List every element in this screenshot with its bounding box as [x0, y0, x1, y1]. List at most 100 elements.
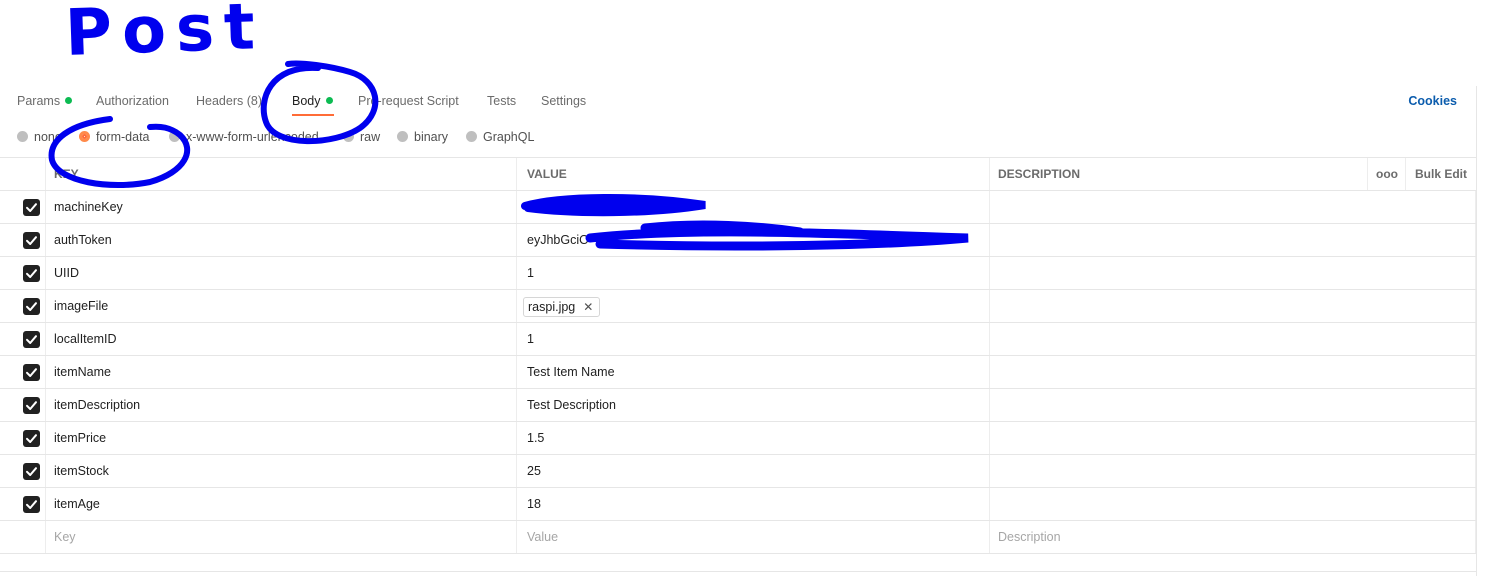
table-row: imageFile raspi.jpg ✕	[0, 290, 1476, 323]
row-value[interactable]: 18	[517, 488, 990, 520]
row-checkbox[interactable]	[23, 265, 40, 282]
file-chip: raspi.jpg ✕	[523, 296, 601, 317]
row-description[interactable]	[990, 422, 1476, 454]
row-checkbox[interactable]	[23, 397, 40, 414]
body-type-selector: none form-data x-www-form-urlencoded raw…	[0, 124, 1476, 150]
row-description[interactable]	[990, 224, 1476, 256]
more-options-button[interactable]: ooo	[1368, 158, 1406, 190]
form-data-table: KEY VALUE DESCRIPTION ooo Bulk Edit mach…	[0, 157, 1476, 554]
row-check-cell	[0, 455, 46, 487]
new-key-input[interactable]: Key	[46, 521, 517, 553]
table-row: itemDescription Test Description	[0, 389, 1476, 422]
row-checkbox[interactable]	[23, 496, 40, 513]
check-icon	[26, 236, 37, 245]
row-key[interactable]: itemStock	[46, 455, 517, 487]
row-value[interactable]: Test Item Name	[517, 356, 990, 388]
check-icon	[26, 467, 37, 476]
row-key[interactable]: UIID	[46, 257, 517, 289]
row-key[interactable]: imageFile	[46, 290, 517, 322]
tab-settings[interactable]: Settings	[541, 94, 586, 108]
row-description[interactable]	[990, 257, 1476, 289]
row-check-cell	[0, 356, 46, 388]
table-footer-divider	[0, 553, 1476, 572]
row-key[interactable]: itemDescription	[46, 389, 517, 421]
remove-file-icon[interactable]: ✕	[583, 300, 593, 314]
row-description[interactable]	[990, 455, 1476, 487]
tab-headers-label: Headers (8)	[196, 94, 262, 108]
tab-body[interactable]: Body	[292, 94, 333, 108]
row-value[interactable]	[517, 191, 990, 223]
check-icon	[26, 335, 37, 344]
row-checkbox[interactable]	[23, 232, 40, 249]
radio-x-www-form-urlencoded[interactable]: x-www-form-urlencoded	[169, 130, 319, 144]
row-description[interactable]	[990, 488, 1476, 520]
radio-binary[interactable]: binary	[397, 130, 448, 144]
table-row: UIID 1	[0, 257, 1476, 290]
row-value[interactable]: eyJhbGciO	[517, 224, 990, 256]
row-checkbox[interactable]	[23, 364, 40, 381]
cookies-link[interactable]: Cookies	[1408, 94, 1457, 108]
row-key[interactable]: machineKey	[46, 191, 517, 223]
row-check-cell	[0, 323, 46, 355]
tab-tests[interactable]: Tests	[487, 94, 516, 108]
radio-binary-label: binary	[414, 130, 449, 144]
tab-body-label: Body	[292, 94, 321, 108]
row-check-cell	[0, 224, 46, 256]
table-row: machineKey	[0, 191, 1476, 224]
row-checkbox[interactable]	[23, 331, 40, 348]
table-row: itemAge 18	[0, 488, 1476, 521]
tab-authorization[interactable]: Authorization	[96, 94, 169, 108]
row-checkbox[interactable]	[23, 298, 40, 315]
radio-form-data[interactable]: form-data	[79, 130, 150, 144]
radio-none-label: none	[34, 130, 62, 144]
row-description[interactable]	[990, 290, 1476, 322]
tab-tests-label: Tests	[487, 94, 517, 108]
radio-graphql[interactable]: GraphQL	[466, 130, 534, 144]
check-icon	[26, 368, 37, 377]
body-dot-indicator	[325, 97, 333, 104]
tab-headers[interactable]: Headers (8)	[196, 94, 262, 108]
bulk-edit-button[interactable]: Bulk Edit	[1406, 158, 1476, 190]
row-key[interactable]: authToken	[46, 224, 517, 256]
row-key[interactable]: itemAge	[46, 488, 517, 520]
table-header-row: KEY VALUE DESCRIPTION ooo Bulk Edit	[0, 157, 1476, 191]
row-key[interactable]: itemName	[46, 356, 517, 388]
row-key[interactable]: localItemID	[46, 323, 517, 355]
check-icon	[26, 302, 37, 311]
row-check-cell	[0, 422, 46, 454]
new-description-input[interactable]: Description	[990, 521, 1476, 553]
table-row: itemPrice 1.5	[0, 422, 1476, 455]
new-value-input[interactable]: Value	[517, 521, 990, 553]
row-checkbox[interactable]	[23, 199, 40, 216]
row-key[interactable]: itemPrice	[46, 422, 517, 454]
active-tab-underline	[292, 114, 334, 116]
tab-params[interactable]: Params	[17, 94, 73, 108]
tab-settings-label: Settings	[541, 94, 587, 108]
tab-pre-request-script[interactable]: Pre-request Script	[358, 94, 459, 108]
radio-raw[interactable]: raw	[343, 130, 380, 144]
radio-urlencoded-label: x-www-form-urlencoded	[186, 130, 319, 144]
row-value[interactable]: 1	[517, 257, 990, 289]
annotation-post-text: Post	[64, 0, 266, 71]
tab-authorization-label: Authorization	[96, 94, 169, 108]
row-value[interactable]: 1.5	[517, 422, 990, 454]
row-checkbox[interactable]	[23, 430, 40, 447]
table-row: localItemID 1	[0, 323, 1476, 356]
row-checkbox[interactable]	[23, 463, 40, 480]
row-description[interactable]	[990, 323, 1476, 355]
row-description[interactable]	[990, 191, 1476, 223]
row-value[interactable]: raspi.jpg ✕	[517, 290, 990, 322]
check-icon	[26, 434, 37, 443]
row-check-cell	[0, 389, 46, 421]
row-value[interactable]: 1	[517, 323, 990, 355]
request-tabs: Params Authorization Headers (8) Body Pr…	[0, 86, 1476, 116]
row-value[interactable]: 25	[517, 455, 990, 487]
radio-raw-circle	[343, 131, 354, 142]
radio-none[interactable]: none	[17, 130, 62, 144]
row-description[interactable]	[990, 356, 1476, 388]
row-check-cell	[0, 488, 46, 520]
row-value[interactable]: Test Description	[517, 389, 990, 421]
check-icon	[26, 401, 37, 410]
header-description: DESCRIPTION	[990, 158, 1368, 190]
row-description[interactable]	[990, 389, 1476, 421]
